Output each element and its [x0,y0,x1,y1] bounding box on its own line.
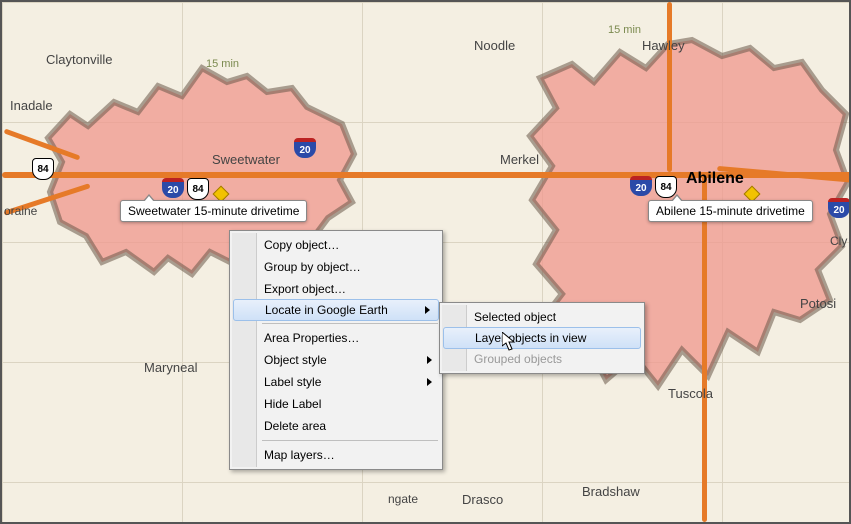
road-us83-south [702,172,707,522]
menu-export-object[interactable]: Export object… [232,278,440,300]
place-merkel: Merkel [500,152,539,167]
place-noodle: Noodle [474,38,515,53]
place-loraine: oraine [4,204,37,218]
interstate-shield-i20-w: 20 [162,178,184,198]
submenu-arrow-icon [425,306,430,314]
menu-object-style[interactable]: Object style [232,349,440,371]
context-submenu-locate[interactable]: Selected object Layer objects in view Gr… [439,302,645,374]
menu-copy-object[interactable]: Copy object… [232,234,440,256]
timelabel-sweetwater: 15 min [206,58,239,70]
interstate-shield-i20-mid: 20 [294,138,316,158]
submenu-grouped-objects: Grouped objects [442,348,642,370]
place-maryneal: Maryneal [144,360,197,375]
submenu-selected-object[interactable]: Selected object [442,306,642,328]
place-wingate: ngate [388,492,418,506]
menu-label-style[interactable]: Label style [232,371,440,393]
place-potosi: Potosi [800,296,836,311]
interstate-shield-i20-far-e: 20 [828,198,850,218]
timelabel-abilene: 15 min [608,24,641,36]
menu-separator [262,440,438,441]
place-hawley: Hawley [642,38,685,53]
menu-label-style-label: Label style [264,375,321,389]
menu-map-layers[interactable]: Map layers… [232,444,440,466]
us-shield-84-far-w: 84 [32,158,54,180]
place-abilene: Abilene [686,170,744,188]
map-viewport[interactable]: 20 84 20 84 20 84 20 Claytonville Inadal… [0,0,851,524]
menu-hide-label[interactable]: Hide Label [232,393,440,415]
callout-sweetwater[interactable]: Sweetwater 15-minute drivetime [120,200,307,222]
menu-area-properties[interactable]: Area Properties… [232,327,440,349]
place-drasco: Drasco [462,492,503,507]
place-claytonville: Claytonville [46,52,112,67]
menu-locate-label: Locate in Google Earth [265,303,388,317]
callout-abilene[interactable]: Abilene 15-minute drivetime [648,200,813,222]
interstate-shield-i20-e: 20 [630,176,652,196]
place-bradshaw: Bradshaw [582,484,640,499]
road-us83 [667,2,672,172]
context-menu[interactable]: Copy object… Group by object… Export obj… [229,230,443,470]
place-inadale: Inadale [10,98,53,113]
us-shield-84-w: 84 [187,178,209,200]
submenu-layer-objects-in-view[interactable]: Layer objects in view [443,327,641,349]
menu-delete-area[interactable]: Delete area [232,415,440,437]
submenu-arrow-icon [427,378,432,386]
place-tuscola: Tuscola [668,386,713,401]
menu-separator [262,323,438,324]
menu-group-by-object[interactable]: Group by object… [232,256,440,278]
place-sweetwater: Sweetwater [212,152,280,167]
place-clyde: Cly [830,234,847,248]
menu-locate-google-earth[interactable]: Locate in Google Earth [233,299,439,321]
road-segment [4,128,81,160]
submenu-arrow-icon [427,356,432,364]
menu-object-style-label: Object style [264,353,327,367]
